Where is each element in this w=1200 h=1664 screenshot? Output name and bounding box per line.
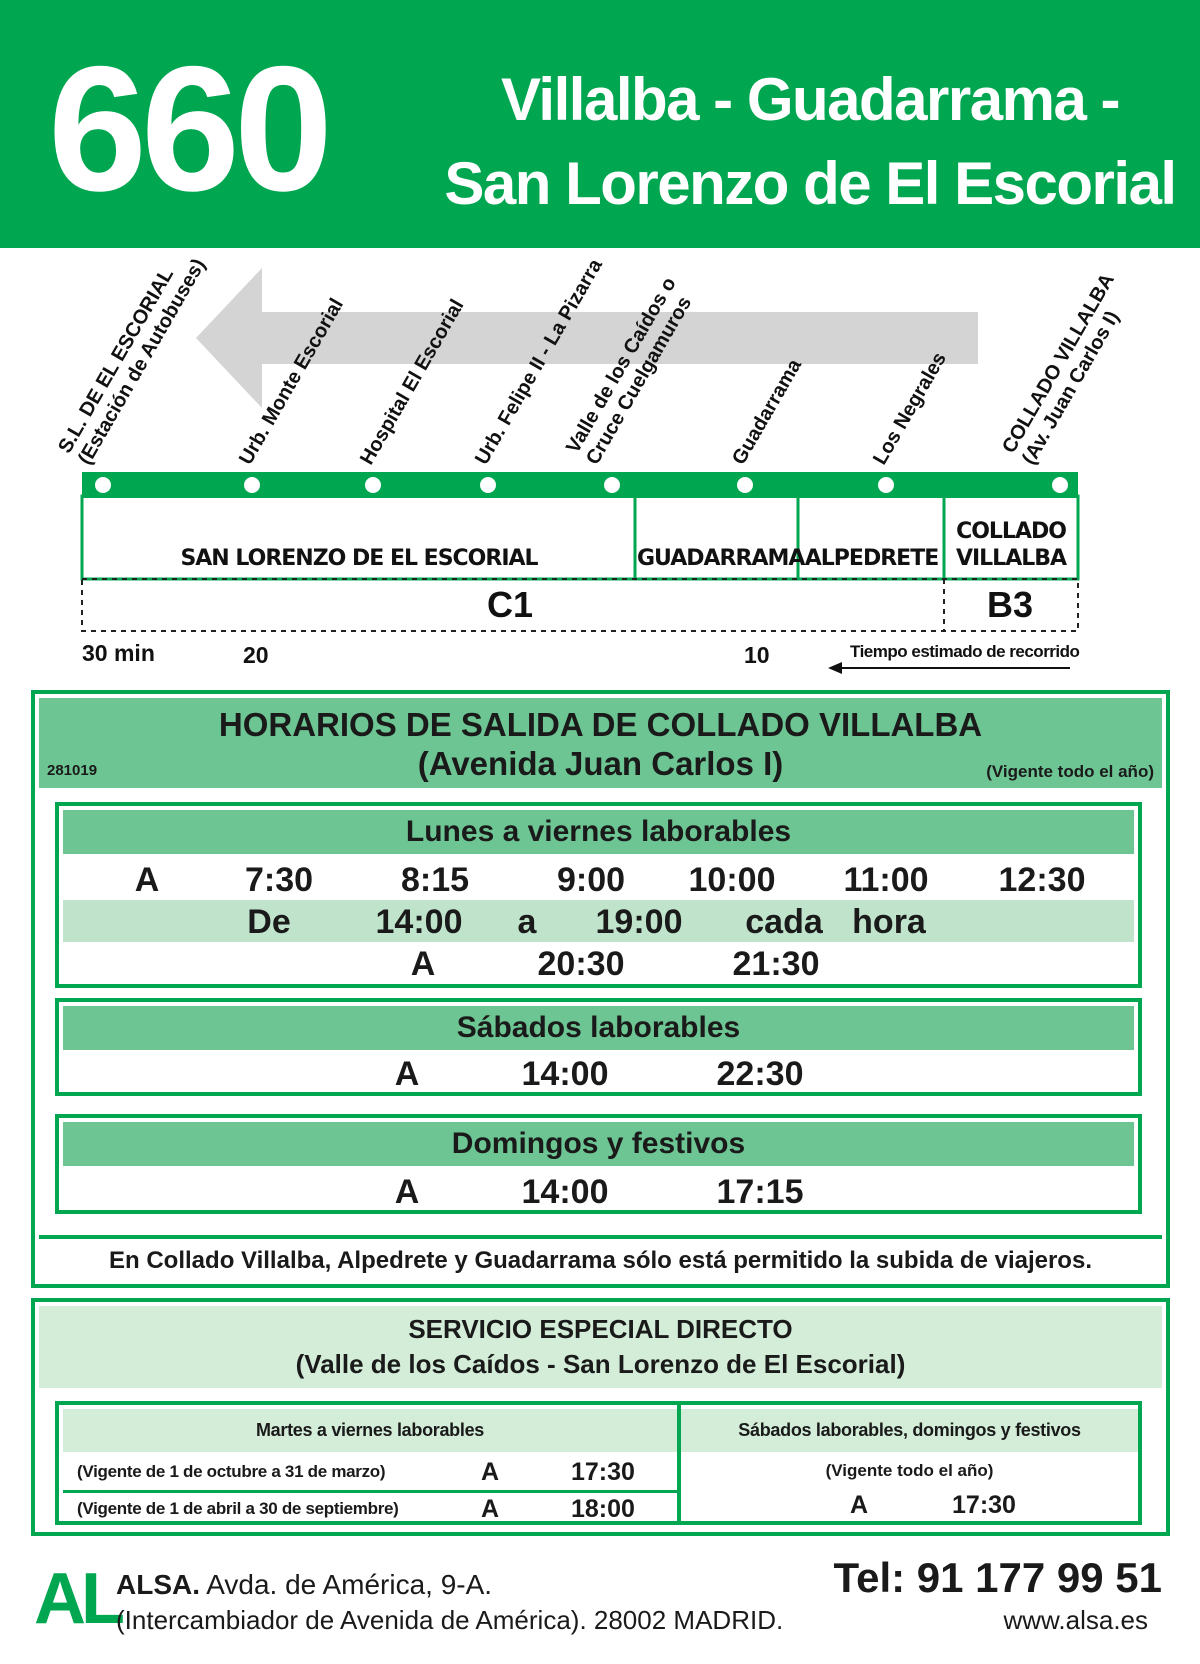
special-right-heading: Sábados laborables, domingos y festivos bbox=[681, 1409, 1138, 1452]
weekday-row-3: A 20:30 21:30 bbox=[63, 942, 1134, 984]
boarding-notice: En Collado Villalba, Alpedrete y Guadarr… bbox=[39, 1235, 1162, 1280]
stop-dot bbox=[1052, 477, 1068, 493]
departure-schedule: HORARIOS DE SALIDA DE COLLADO VILLALBA (… bbox=[31, 690, 1170, 1288]
weekday-heading: Lunes a viernes laborables bbox=[63, 810, 1134, 854]
time-note: Tiempo estimado de recorrido bbox=[850, 642, 1080, 661]
special-time: 17:30 bbox=[571, 1458, 635, 1486]
special-service-table: Martes a viernes laborables Sábados labo… bbox=[55, 1401, 1142, 1525]
time-cell: 8:15 bbox=[400, 861, 470, 899]
special-service: SERVICIO ESPECIAL DIRECTO (Valle de los … bbox=[31, 1298, 1170, 1536]
company-name: ALSA. bbox=[116, 1569, 200, 1600]
time-cell: A bbox=[134, 861, 160, 899]
saturday-timetable: Sábados laborables A 14:00 22:30 bbox=[55, 998, 1142, 1096]
fare-zone-b3: B3 bbox=[986, 584, 1034, 625]
schedule-title: HORARIOS DE SALIDA DE COLLADO VILLALBA bbox=[218, 706, 983, 743]
saturday-heading: Sábados laborables bbox=[63, 1006, 1134, 1050]
phone-number: Tel: 91 177 99 51 bbox=[833, 1554, 1162, 1601]
time-cell: hora bbox=[852, 903, 926, 941]
route-name: Villalba - Guadarrama - San Lorenzo de E… bbox=[440, 58, 1180, 226]
special-row-summer: (Vigente de 1 de abril a 30 de septiembr… bbox=[63, 1491, 677, 1527]
route-name-line-2: San Lorenzo de El Escorial bbox=[444, 150, 1177, 217]
time-20: 20 bbox=[243, 642, 269, 668]
time-cell: 12:30 bbox=[998, 861, 1086, 899]
stop-dot bbox=[365, 477, 381, 493]
weekday-row-2: De 14:00 a 19:00 cada hora bbox=[63, 900, 1134, 942]
website-link[interactable]: www.alsa.es bbox=[1004, 1605, 1149, 1636]
time-cell: 14:00 bbox=[521, 1173, 609, 1211]
time-cell: A bbox=[394, 1173, 420, 1211]
weekday-row-1: A 7:30 8:15 9:00 10:00 11:00 12:30 bbox=[63, 858, 1134, 900]
stop-dot bbox=[737, 477, 753, 493]
special-label: A bbox=[481, 1458, 500, 1486]
schedule-validity: (Vigente todo el año) bbox=[986, 762, 1154, 781]
stop-dot bbox=[95, 477, 111, 493]
time-cell: 22:30 bbox=[716, 1055, 804, 1093]
special-service-header: SERVICIO ESPECIAL DIRECTO (Valle de los … bbox=[39, 1306, 1162, 1388]
fare-zone-c1: C1 bbox=[486, 584, 534, 625]
stop-dot bbox=[878, 477, 894, 493]
special-validity: (Vigente de 1 de abril a 30 de septiembr… bbox=[77, 1499, 399, 1518]
time-cell: A bbox=[410, 945, 436, 983]
time-cell: 20:30 bbox=[537, 945, 625, 983]
stop-dot bbox=[244, 477, 260, 493]
time-10: 10 bbox=[744, 642, 770, 668]
time-cell: cada bbox=[745, 903, 823, 941]
zone-san-lorenzo: SAN LORENZO DE EL ESCORIAL bbox=[180, 546, 538, 571]
time-cell: 11:00 bbox=[843, 861, 929, 899]
time-30: 30 min bbox=[82, 640, 155, 666]
stop-dot bbox=[480, 477, 496, 493]
zone-collado-villalba: COLLADO VILLALBA bbox=[955, 519, 1067, 571]
time-cell: a bbox=[517, 903, 537, 941]
route-header: 660 Villalba - Guadarrama - San Lorenzo … bbox=[0, 0, 1200, 248]
stop-dot bbox=[604, 477, 620, 493]
special-service-subtitle: (Valle de los Caídos - San Lorenzo de El… bbox=[295, 1349, 906, 1379]
route-number: 660 bbox=[48, 29, 333, 228]
time-cell: 14:00 bbox=[521, 1055, 609, 1093]
time-cell: 19:00 bbox=[595, 903, 683, 941]
stop-bar bbox=[82, 472, 1078, 498]
zone-alpedrete: ALPEDRETE bbox=[804, 546, 939, 571]
footer: AL ALSA. Avda. de América, 9-A. (Interca… bbox=[0, 1540, 1200, 1664]
route-name-line-1: Villalba - Guadarrama - bbox=[501, 66, 1120, 133]
address-line-1: ALSA. Avda. de América, 9-A. bbox=[116, 1569, 492, 1601]
special-right-label: A bbox=[849, 1491, 869, 1519]
special-label: A bbox=[481, 1495, 500, 1523]
sunday-timetable: Domingos y festivos A 14:00 17:15 bbox=[55, 1114, 1142, 1214]
special-right-validity: (Vigente todo el año) bbox=[825, 1461, 994, 1480]
alsa-logo: AL bbox=[34, 1559, 125, 1639]
fare-zone-frame bbox=[81, 578, 1079, 632]
zone-guadarrama: GUADARRAMA bbox=[637, 546, 805, 571]
weekday-timetable: Lunes a viernes laborables A 7:30 8:15 9… bbox=[55, 802, 1142, 988]
time-arrow-head bbox=[828, 662, 842, 674]
time-cell: 9:00 bbox=[556, 861, 626, 899]
sunday-row: A 14:00 17:15 bbox=[63, 1170, 1134, 1212]
special-validity: (Vigente de 1 de octubre a 31 de marzo) bbox=[77, 1462, 386, 1481]
address-line-2: (Intercambiador de Avenida de América). … bbox=[116, 1605, 784, 1635]
time-cell: De bbox=[247, 903, 291, 941]
company-address: Avda. de América, 9-A. bbox=[200, 1569, 493, 1600]
time-cell: 7:30 bbox=[244, 861, 314, 899]
special-service-title: SERVICIO ESPECIAL DIRECTO bbox=[408, 1314, 793, 1344]
time-cell: 14:00 bbox=[375, 903, 463, 941]
saturday-row: A 14:00 22:30 bbox=[63, 1052, 1134, 1094]
time-cell: 10:00 bbox=[688, 861, 776, 899]
schedule-header: HORARIOS DE SALIDA DE COLLADO VILLALBA (… bbox=[39, 698, 1162, 788]
time-cell: 17:15 bbox=[716, 1173, 804, 1211]
sunday-heading: Domingos y festivos bbox=[63, 1122, 1134, 1166]
special-row-winter: (Vigente de 1 de octubre a 31 de marzo) … bbox=[63, 1454, 677, 1490]
schedule-code: 281019 bbox=[47, 762, 98, 779]
special-left-heading: Martes a viernes laborables bbox=[63, 1409, 677, 1452]
route-diagram: S.L. DE EL ESCORIAL (Estación de Autobus… bbox=[0, 248, 1200, 688]
special-time: 18:00 bbox=[571, 1495, 635, 1523]
time-cell: A bbox=[394, 1055, 420, 1093]
time-cell: 21:30 bbox=[732, 945, 820, 983]
special-right-time: 17:30 bbox=[952, 1491, 1016, 1519]
